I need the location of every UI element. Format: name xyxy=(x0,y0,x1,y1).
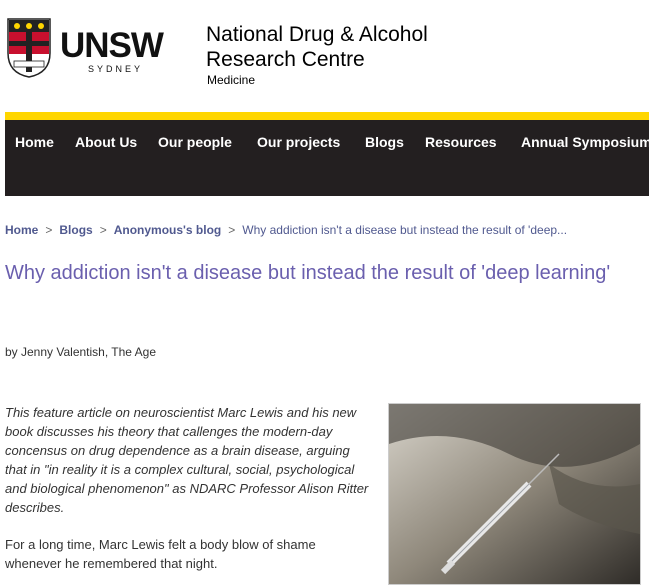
nav-our-projects[interactable]: Our projects xyxy=(257,134,340,150)
site-subtitle[interactable]: Medicine xyxy=(207,73,255,87)
breadcrumb-home[interactable]: Home xyxy=(5,223,38,237)
site-header: UNSW SYDNEY National Drug & Alcohol Rese… xyxy=(0,0,649,112)
syringe-image-icon xyxy=(389,404,640,584)
nav-about-us[interactable]: About Us xyxy=(75,134,137,150)
unsw-crest-icon[interactable] xyxy=(6,17,52,79)
accent-bar xyxy=(5,112,649,120)
logo-text[interactable]: UNSW xyxy=(60,28,164,63)
breadcrumb-current: Why addiction isn't a disease but instea… xyxy=(242,223,568,237)
breadcrumb: Home > Blogs > Anonymous's blog > Why addictio… xyxy=(5,223,567,237)
breadcrumb-separator: > xyxy=(99,223,107,237)
article-paragraph: For a long time, Marc Lewis felt a body … xyxy=(5,537,316,571)
article-image xyxy=(388,403,641,585)
nav-our-people[interactable]: Our people xyxy=(158,134,232,150)
breadcrumb-separator: > xyxy=(228,223,236,237)
main-nav: Home About Us Our people Our projects Bl… xyxy=(5,120,649,196)
article-lead: This feature article on neuroscientist M… xyxy=(5,405,369,515)
site-title-line1: National Drug & Alcohol xyxy=(206,23,428,46)
nav-annual-symposium[interactable]: Annual Symposium xyxy=(521,134,649,150)
breadcrumb-blogs[interactable]: Blogs xyxy=(59,223,92,237)
nav-resources[interactable]: Resources xyxy=(425,134,497,150)
article-byline: by Jenny Valentish, The Age xyxy=(5,345,156,359)
page-title: Why addiction isn't a disease but instea… xyxy=(5,262,611,284)
site-title[interactable]: National Drug & Alcohol Research Centre xyxy=(206,22,428,72)
breadcrumb-author-blog[interactable]: Anonymous's blog xyxy=(114,223,222,237)
breadcrumb-separator: > xyxy=(45,223,53,237)
logo-subtext: SYDNEY xyxy=(88,64,144,74)
nav-blogs[interactable]: Blogs xyxy=(365,134,404,150)
site-title-line2: Research Centre xyxy=(206,48,365,71)
nav-home[interactable]: Home xyxy=(15,134,54,150)
